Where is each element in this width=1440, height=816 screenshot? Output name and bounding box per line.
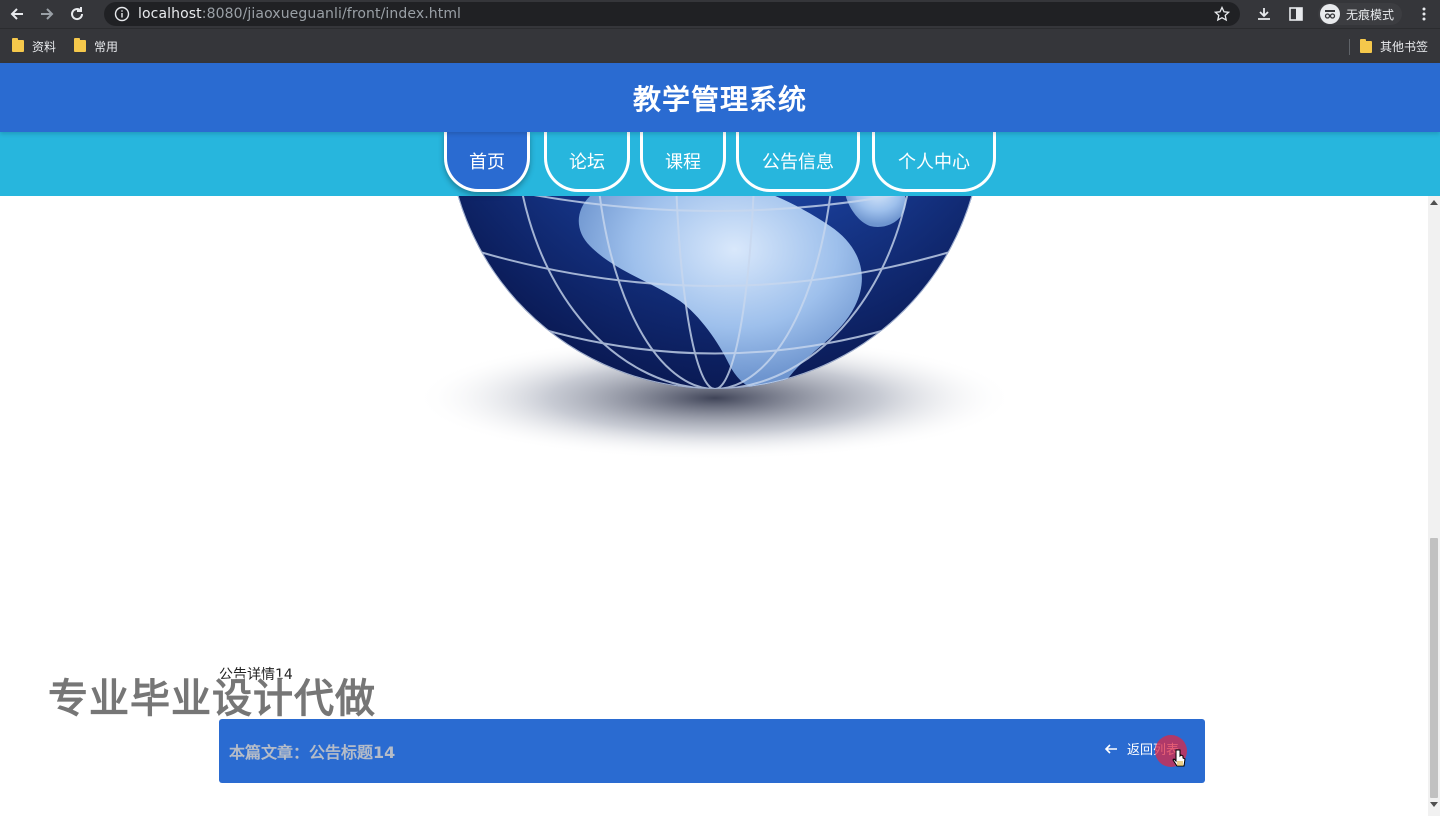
download-icon[interactable]: [1248, 0, 1280, 28]
scrollbar-thumb[interactable]: [1430, 538, 1438, 798]
reload-icon[interactable]: [64, 1, 90, 27]
article-title: 本篇文章：公告标题14: [229, 743, 396, 762]
watermark-text: 专业毕业设计代做: [48, 676, 376, 722]
bookmarks-divider: [1348, 38, 1350, 55]
folder-icon: [74, 38, 87, 52]
incognito-icon: [1319, 4, 1340, 24]
address-bar[interactable]: localhost:8080/jiaoxueguanli/front/index…: [104, 2, 1240, 26]
incognito-label: 无痕模式: [1345, 7, 1394, 22]
bookmark-star-icon[interactable]: [1214, 6, 1230, 22]
main-nav: 首页 论坛 课程 公告信息 个人中心: [0, 132, 1440, 196]
url-text: localhost:8080/jiaoxueguanli/front/index…: [138, 6, 462, 22]
nav-item-courses[interactable]: 课程: [640, 132, 726, 192]
bookmark-folder[interactable]: 常用: [74, 38, 118, 55]
site-header: 教学管理系统: [0, 63, 1440, 132]
info-icon[interactable]: [114, 6, 130, 22]
nav-item-forum[interactable]: 论坛: [544, 132, 630, 192]
folder-icon: [12, 38, 24, 52]
bookmarks-bar: 资料 常用 其他书签: [0, 28, 1440, 63]
nav-item-profile[interactable]: 个人中心: [872, 132, 996, 192]
other-bookmarks[interactable]: 其他书签: [1359, 38, 1428, 55]
browser-toolbar: localhost:8080/jiaoxueguanli/front/index…: [0, 0, 1440, 28]
bookmark-folder[interactable]: 资料: [12, 38, 56, 55]
arrow-left-icon: [1104, 743, 1117, 754]
menu-kebab-icon[interactable]: [1408, 0, 1440, 28]
page-scrollbar[interactable]: [1428, 196, 1440, 816]
forward-icon[interactable]: [34, 1, 60, 27]
nav-item-home[interactable]: 首页: [444, 132, 530, 192]
scroll-down-arrow-icon[interactable]: [1430, 802, 1438, 807]
cursor-pointer-icon: [1172, 749, 1186, 767]
scroll-up-arrow-icon[interactable]: [1430, 200, 1438, 205]
incognito-profile[interactable]: 无痕模式: [1317, 3, 1402, 25]
globe-image: [415, 196, 1015, 460]
folder-icon: [1359, 38, 1372, 53]
side-panel-icon[interactable]: [1280, 0, 1312, 28]
nav-item-announcements[interactable]: 公告信息: [736, 132, 860, 192]
back-icon[interactable]: [4, 1, 30, 27]
article-bar: 本篇文章：公告标题14 返回列表: [219, 719, 1205, 783]
site-title: 教学管理系统: [632, 82, 807, 116]
